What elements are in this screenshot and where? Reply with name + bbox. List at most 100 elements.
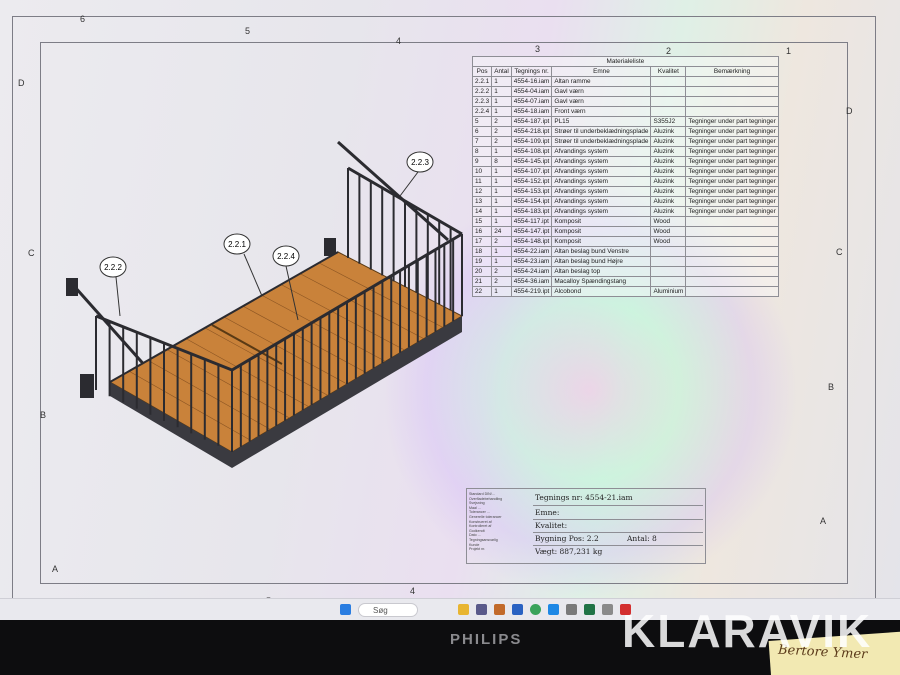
bom-cell: 4554-16.iam (510, 76, 553, 87)
bom-cell: 4554-23.iam (510, 256, 553, 267)
bom-cell: 14 (471, 206, 493, 217)
excel-icon[interactable] (584, 604, 595, 615)
bom-cell: Tegninger under part tegninger (685, 156, 779, 167)
balloon-label-2-2-2: 2.2.2 (104, 263, 122, 272)
bom-cell (685, 216, 779, 227)
app-icon-3[interactable] (512, 604, 523, 615)
bom-cell: Wood (650, 216, 687, 227)
bom-cell: 16 (471, 226, 493, 237)
bom-cell: 4554-109.ipt (510, 136, 553, 147)
zone-right-C: C (836, 247, 843, 257)
bom-row: 15 1 4554-117.ipt Komposit Wood (471, 216, 779, 227)
leader-2-2-1 (243, 253, 263, 297)
app-icon-4[interactable] (566, 604, 577, 615)
fine-print-line: Projekt nr. (469, 547, 486, 552)
bom-cell: 1 (491, 206, 512, 217)
taskbar-search[interactable]: Søg (358, 603, 418, 617)
bom-cell (650, 106, 687, 117)
bom-cell: Afvandings system (551, 206, 652, 217)
subject-field: Emne: (535, 508, 560, 517)
bom-cell: 1 (491, 216, 512, 227)
bom-cell: Macalloy Spændingstang (551, 276, 652, 287)
bom-cell: Altan beslag bund Højre (551, 256, 652, 267)
balcony-drawing: 2.2.3 2.2.1 2.2.4 2.2.2 (66, 140, 464, 468)
bom-cell: 4554-36.iam (510, 276, 553, 287)
leader-2-2-3 (399, 171, 419, 197)
bom-cell: 2 (491, 276, 512, 287)
bom-cell: 4554-107.ipt (510, 166, 553, 177)
balloon-label-2-2-4: 2.2.4 (277, 252, 295, 261)
bom-title: Materialeliste (472, 56, 779, 67)
zone-top-3: 3 (535, 44, 541, 54)
bom-cell: Tegninger under part tegninger (685, 126, 779, 137)
bom-cell: Komposit (551, 226, 652, 237)
bom-cell: 4554-04.iam (510, 86, 553, 97)
app-icon-1[interactable] (476, 604, 487, 615)
bom-cell: Tegninger under part tegninger (685, 176, 779, 187)
bom-cell: 4554-22.iam (510, 246, 553, 257)
bom-cell: Tegninger under part tegninger (685, 196, 779, 207)
bom-header-cell: Kvalitet (650, 66, 687, 77)
bom-cell: 13 (471, 196, 493, 207)
bom-cell: 19 (471, 256, 493, 267)
bom-cell: Tegninger under part tegninger (685, 116, 779, 127)
bom-cell: Komposit (551, 236, 652, 247)
photo: 6 5 4 3 2 1 D C B A D C B A 6 5 4 (0, 0, 900, 675)
bom-header-row: Pos Antal Tegnings nr. Emne Kvalitet Bemærkni… (471, 66, 779, 77)
windows-start-icon[interactable] (340, 604, 351, 615)
browser-icon[interactable] (530, 604, 541, 615)
bom-row: 2.2.1 1 4554-16.iam Altan ramme (471, 76, 779, 87)
bom-cell: 2.2.1 (471, 76, 493, 87)
bom-cell: Strøer til underbeklædningsplade (551, 136, 652, 147)
bom-cell: Wood (650, 236, 687, 247)
bom-cell: Aluzink (650, 146, 687, 157)
zone-right-D: D (846, 106, 853, 116)
bom-cell: Tegninger under part tegninger (685, 136, 779, 147)
app-icon-5[interactable] (602, 604, 613, 615)
bom-cell: 4554-187.ipt (510, 116, 553, 127)
bom-cell: 9 (471, 156, 493, 167)
bom-cell: 4554-218.ipt (510, 126, 553, 137)
bom-cell: 1 (491, 256, 512, 267)
bom-cell: Afvandings system (551, 146, 652, 157)
zone-right-A: A (820, 516, 827, 526)
bom-cell: 11 (471, 176, 493, 187)
bom-cell: 2.2.3 (471, 96, 493, 107)
bom-cell: Afvandings system (551, 156, 652, 167)
taskbar-search-label: Søg (373, 606, 388, 615)
check-icon[interactable] (548, 604, 559, 615)
bom-cell: Strøer til underbeklædningsplade (551, 126, 652, 137)
bom-row: 17 2 4554-148.ipt Komposit Wood (471, 236, 779, 247)
zone-top-5: 5 (245, 26, 251, 36)
bom-cell (685, 276, 779, 287)
bom-cell: 4554-18.iam (510, 106, 553, 117)
bom-row: 21 2 4554-36.iam Macalloy Spændingstang (471, 276, 779, 287)
file-explorer-icon[interactable] (458, 604, 469, 615)
bom-row: 6 2 4554-218.ipt Strøer til underbeklædning… (471, 126, 779, 137)
bom-row: 14 1 4554-183.ipt Afvandings system Aluzink T… (471, 206, 779, 217)
bom-cell: 1 (491, 106, 512, 117)
bom-row: 16 24 4554-147.ipt Komposit Wood (471, 226, 779, 237)
bom-cell (650, 266, 687, 277)
bom-cell: 2 (491, 126, 512, 137)
zone-left-D: D (18, 78, 25, 88)
bom-cell (685, 86, 779, 97)
quality-field: Kvalitet: (535, 521, 568, 530)
zone-top-2: 2 (666, 46, 672, 56)
title-block: Standard DIN/... Overfladebehandling Svejs… (466, 488, 706, 564)
bom-cell: Aluzink (650, 186, 687, 197)
bom-cell: 4554-219.ipt (510, 286, 553, 297)
bom-cell: 2.2.2 (471, 86, 493, 97)
bom-cell: 5 (471, 116, 493, 127)
bom-cell: S355J2 (650, 116, 687, 127)
bom-cell: 1 (491, 176, 512, 187)
app-icon-2[interactable] (494, 604, 505, 615)
bom-cell: Komposit (551, 216, 652, 227)
bom-cell: 1 (491, 86, 512, 97)
bom-cell: 8 (471, 146, 493, 157)
bom-cell: Gavl værn (551, 86, 652, 97)
bom-row: 5 2 4554-187.ipt PL15 S355J2 Tegninger under … (471, 116, 779, 127)
bom-cell: 4554-07.iam (510, 96, 553, 107)
title-block-fine-print: Standard DIN/... Overfladebehandling Svejs… (469, 492, 531, 552)
bom-cell: Aluminium (650, 286, 687, 297)
